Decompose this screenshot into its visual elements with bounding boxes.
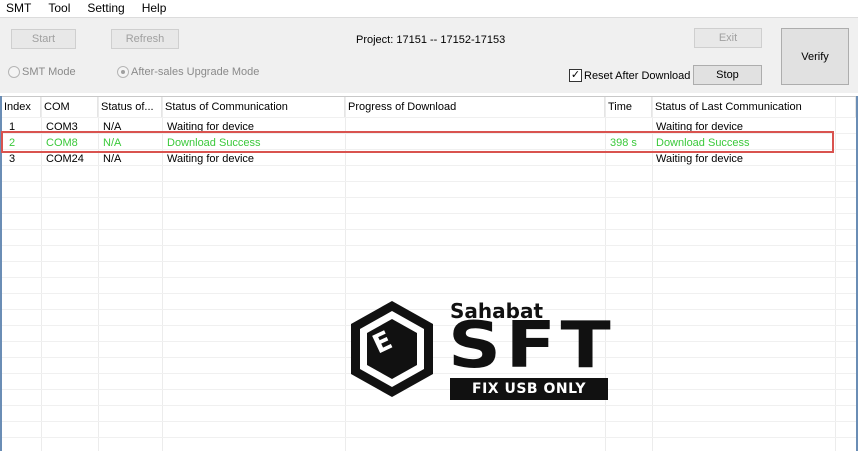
column-header-communication[interactable]: Status of Communication [163,97,345,117]
row-divider [2,213,856,214]
logo-big-text: SFT [448,309,616,383]
project-title: Project: 17151 -- 17152-17153 [356,34,506,46]
cell-com: COM24 [46,153,84,165]
cell-time [608,151,610,167]
logo-emblem-icon: E [347,299,437,402]
column-header-last-communication[interactable]: Status of Last Communication [653,97,856,117]
column-header-com[interactable]: COM [42,97,98,117]
cell-last-communication: Waiting for device [656,153,744,165]
row-divider [2,405,856,406]
logo-banner: FIX USB ONLY [450,378,608,400]
cell-progress [348,151,350,167]
radio-circle-icon [8,66,20,78]
checkmark-icon: ✓ [569,69,582,82]
radio-checked-icon [117,66,129,78]
menu-help[interactable]: Help [134,0,176,17]
cell-status: N/A [103,153,122,165]
smt-mode-label: SMT Mode [22,66,76,78]
menu-tool[interactable]: Tool [40,0,79,17]
row-divider [2,117,856,118]
stop-button[interactable]: Stop [693,65,762,85]
table-row[interactable]: 3 COM24 N/A Waiting for device Waiting f… [0,151,858,167]
refresh-button[interactable]: Refresh [111,29,179,49]
reset-after-download-checkbox[interactable]: ✓ Reset After Download [569,69,690,82]
cell-communication: Waiting for device [167,153,255,165]
exit-button[interactable]: Exit [694,28,762,48]
toolbar: Start Refresh Project: 17151 -- 17152-17… [0,17,858,93]
menu-smt[interactable]: SMT [0,0,40,17]
row-divider [2,293,856,294]
smt-mode-radio[interactable]: SMT Mode [8,66,76,78]
row-divider [2,197,856,198]
aftersales-mode-radio[interactable]: After-sales Upgrade Mode [117,66,259,78]
row-divider [2,277,856,278]
cell-index: 3 [9,153,16,165]
row-divider [2,437,856,438]
column-header-index[interactable]: Index [2,97,41,117]
reset-after-download-label: Reset After Download [584,69,691,82]
column-header-time[interactable]: Time [606,97,652,117]
menu-setting[interactable]: Setting [79,0,133,17]
column-header-status[interactable]: Status of... [99,97,162,117]
row-divider [2,229,856,230]
menu-bar: SMT Tool Setting Help [0,0,858,17]
row-divider [2,245,856,246]
row-highlight-box [1,131,834,153]
start-button[interactable]: Start [11,29,76,49]
row-divider [2,421,856,422]
row-divider [2,181,856,182]
column-header-progress[interactable]: Progress of Download [346,97,605,117]
row-divider [2,261,856,262]
aftersales-mode-label: After-sales Upgrade Mode [131,66,260,78]
verify-button[interactable]: Verify [781,28,849,85]
